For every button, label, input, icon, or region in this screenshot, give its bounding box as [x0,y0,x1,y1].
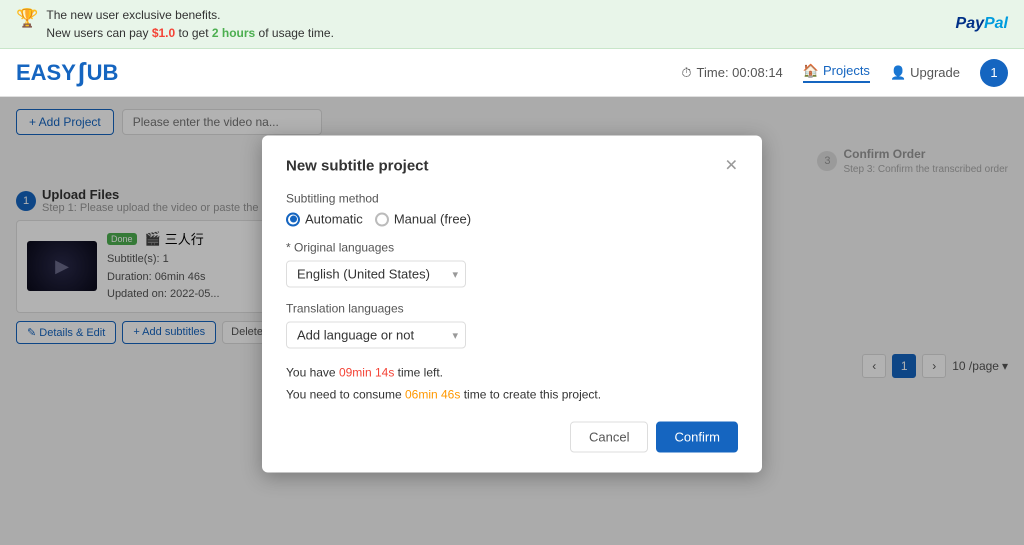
automatic-radio[interactable]: Automatic [286,212,363,227]
original-language-section: * Original languages English (United Sta… [286,241,738,288]
logo-ub: UB [87,60,119,86]
upgrade-icon: 👤 [890,65,906,81]
banner-line2: New users can pay $1.0 to get 2 hours of… [46,24,334,42]
info-text: You have 09min 14s time left. You need t… [286,363,738,406]
consume-value: 06min 46s [405,387,460,401]
original-language-select-wrapper: English (United States) ▾ [286,261,466,288]
modal-title: New subtitle project [286,157,429,174]
translation-language-select[interactable]: Add language or not [286,322,466,349]
projects-nav[interactable]: 🏠 Projects [803,63,870,83]
trophy-icon: 🏆 [16,8,38,29]
manual-radio-circle [375,212,389,226]
translation-language-select-wrapper: Add language or not ▾ [286,322,466,349]
translation-language-label: Translation languages [286,302,738,316]
header: EASY ʃ UB ⏱ Time: 00:08:14 🏠 Projects 👤 … [0,49,1024,97]
subtitling-method-label: Subtitling method [286,192,738,206]
home-icon: 🏠 [803,63,819,79]
consume-line: You need to consume 06min 46s time to cr… [286,384,738,406]
time-left-value: 09min 14s [339,366,394,380]
modal-footer: Cancel Confirm [286,422,738,453]
main-content: + Add Project 3 Confirm Order Step 3: Co… [0,97,1024,545]
logo: EASY ʃ UB [16,57,118,88]
manual-label: Manual (free) [394,212,471,227]
header-right: ⏱ Time: 00:08:14 🏠 Projects 👤 Upgrade 1 [681,59,1008,87]
upgrade-nav[interactable]: 👤 Upgrade [890,65,960,81]
subtitling-method-section: Subtitling method Automatic Manual (free… [286,192,738,227]
banner-left: 🏆 The new user exclusive benefits. New u… [16,6,334,42]
manual-radio[interactable]: Manual (free) [375,212,471,227]
translation-language-section: Translation languages Add language or no… [286,302,738,349]
confirm-button[interactable]: Confirm [656,422,738,453]
logo-s-wave: ʃ [77,57,86,88]
new-subtitle-modal: New subtitle project ✕ Subtitling method… [262,136,762,473]
clock-icon: ⏱ [681,65,691,81]
top-banner: 🏆 The new user exclusive benefits. New u… [0,0,1024,49]
time-left-line: You have 09min 14s time left. [286,363,738,385]
cancel-button[interactable]: Cancel [570,422,648,453]
avatar-button[interactable]: 1 [980,59,1008,87]
automatic-label: Automatic [305,212,363,227]
paypal-logo: PayPal [956,15,1008,33]
radio-group: Automatic Manual (free) [286,212,738,227]
logo-easy: EASY [16,60,76,86]
original-language-select[interactable]: English (United States) [286,261,466,288]
banner-line1: The new user exclusive benefits. [46,6,334,24]
header-time: ⏱ Time: 00:08:14 [681,65,782,81]
original-language-label: * Original languages [286,241,738,255]
modal-header: New subtitle project ✕ [286,156,738,176]
banner-text: The new user exclusive benefits. New use… [46,6,334,42]
automatic-radio-circle [286,212,300,226]
modal-close-button[interactable]: ✕ [725,156,738,176]
